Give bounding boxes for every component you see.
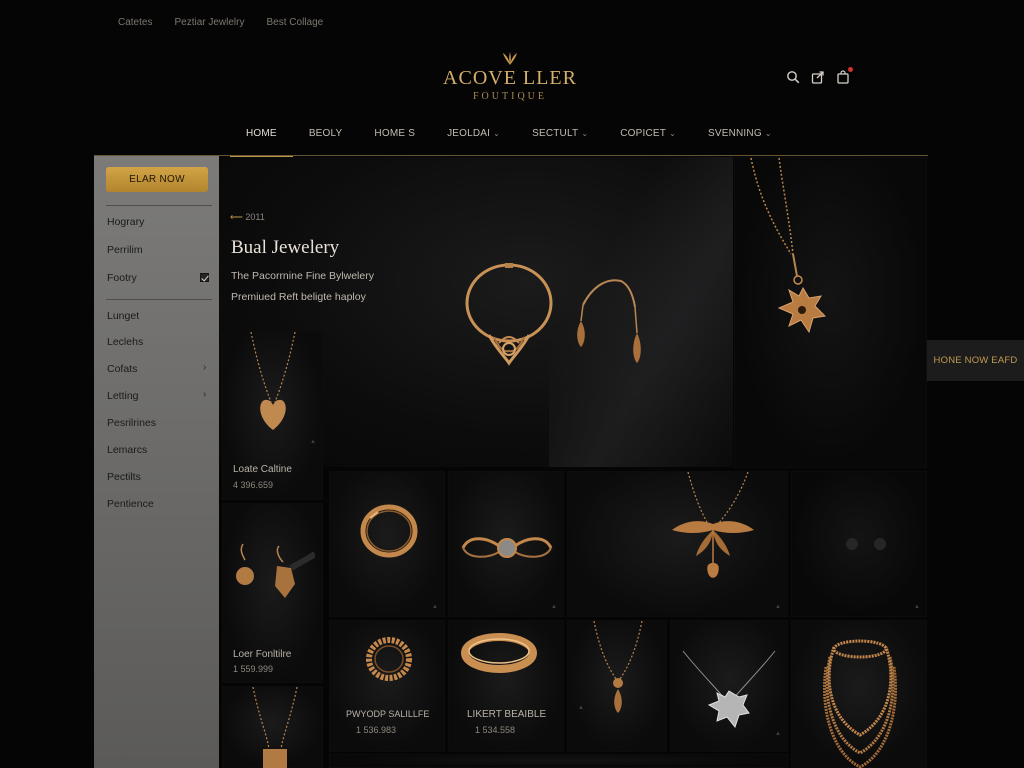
sidebar-item[interactable]: Leclehs — [107, 336, 143, 348]
hero-title: Bual Jewelery — [231, 237, 340, 258]
sidebar-item[interactable]: Pectilts — [107, 471, 141, 483]
bracelet-image — [461, 537, 553, 558]
brand-subtitle: FOUTIQUE — [473, 91, 547, 102]
brand-logo[interactable]: ACOVE LLER FOUTIQUE — [420, 52, 600, 102]
corner-marker-icon: ▲ — [551, 604, 557, 610]
sidebar-item[interactable]: Lemarcs — [107, 444, 147, 456]
product-price: 1 534.558 — [475, 725, 516, 735]
nav-item-copicet[interactable]: COPICET ⌄ — [604, 124, 692, 157]
shop-now-button[interactable]: ELAR NOW — [106, 167, 208, 192]
brand-name: ACOVE LLER — [443, 67, 577, 89]
product-price: 1 536.983 — [356, 725, 397, 735]
layered-necklace-image — [823, 639, 897, 768]
product-card[interactable]: PWYODP SALILLFE 1 536.983 — [329, 620, 445, 752]
chevron-down-icon: ⌄ — [764, 129, 772, 138]
chevron-right-icon: › — [203, 389, 207, 400]
cart-button[interactable] — [836, 67, 853, 84]
chevron-down-icon: ⌄ — [669, 129, 676, 138]
product-name: Loate Caltine — [233, 464, 292, 475]
leaf-necklace-image — [672, 472, 754, 578]
corner-marker-icon: ▲ — [578, 705, 584, 711]
corner-marker-icon: ▲ — [914, 604, 920, 610]
product-tile[interactable]: ▲ — [329, 471, 445, 617]
divider — [106, 299, 212, 300]
product-tile[interactable]: ▲ — [567, 471, 788, 617]
sidebar-item[interactable]: Cofats — [107, 363, 137, 375]
drop-necklace-image — [593, 621, 643, 713]
product-name: Loer Fonltilre — [233, 649, 292, 660]
divider — [106, 205, 212, 206]
product-card[interactable]: LIKERT BEAIBLE 1 534.558 — [448, 620, 564, 752]
header-actions — [786, 67, 853, 84]
heart-pendant-image — [250, 332, 296, 430]
product-tile[interactable] — [734, 157, 927, 468]
back-link[interactable]: ⟵ 2011 — [230, 212, 265, 223]
nav-item-svenning[interactable]: SVENNING ⌄ — [692, 124, 788, 157]
product-row-partial — [329, 754, 788, 768]
nav-item-sectult[interactable]: SECTULT ⌄ — [516, 124, 604, 157]
nav-item-beoly[interactable]: BEOLY — [293, 124, 359, 157]
ring-image — [360, 504, 418, 558]
filigree-ring-image — [366, 637, 412, 681]
corner-marker-icon: ▲ — [432, 604, 438, 610]
sidebar-item[interactable]: Pesrilrines — [107, 417, 156, 429]
sidebar-item[interactable]: Hograry — [107, 216, 144, 228]
filter-sidebar: ELAR NOW Hograry Perrilim Footry Lunget … — [94, 156, 219, 768]
sidebar-item[interactable]: Pentience — [107, 498, 154, 510]
product-tile[interactable]: ▲ — [670, 620, 788, 752]
hero-tagline: Premiued Reft beligte haploy — [231, 291, 366, 303]
util-link[interactable]: Peztiar Jewlelry — [174, 17, 244, 28]
sidebar-item[interactable]: Lunget — [107, 310, 139, 322]
sidebar-item[interactable]: Perrilim — [107, 244, 143, 256]
chevron-down-icon: ⌄ — [581, 129, 589, 138]
leaf-logo-icon — [503, 52, 517, 65]
util-link[interactable]: Best Collage — [267, 17, 324, 28]
search-icon[interactable] — [786, 70, 800, 84]
corner-marker-icon: ▲ — [775, 604, 781, 610]
drop-earrings-image — [236, 543, 315, 598]
cart-icon — [837, 70, 849, 84]
product-tile[interactable]: ▲ — [448, 471, 564, 617]
util-link[interactable]: Catetes — [118, 17, 152, 28]
product-card[interactable] — [222, 686, 323, 768]
product-price: 1 559.999 — [233, 664, 274, 674]
hero-tagline: The Pacorrnine Fine Bylwelery — [231, 270, 374, 282]
sidebar-item[interactable]: Letting — [107, 390, 139, 402]
necklace-image[interactable] — [461, 261, 557, 371]
band-ring-image — [461, 633, 537, 673]
pendant-necklace-image — [750, 158, 827, 334]
cart-badge — [848, 67, 853, 72]
product-name: LIKERT BEAIBLE — [467, 709, 547, 720]
nav-divider — [94, 155, 928, 156]
sidebar-item[interactable]: Footry — [107, 272, 137, 284]
bar-pendant-image — [252, 687, 298, 768]
product-card[interactable]: Loate Caltine 4 396.659 ▲ — [222, 331, 323, 500]
corner-marker-icon: ▲ — [775, 731, 781, 737]
shop-now-tab[interactable]: HONE NOW EAFD — [927, 340, 1024, 381]
product-tile[interactable] — [791, 620, 927, 768]
nav-item-jeoldai[interactable]: JEOLDAI ⌄ — [431, 124, 516, 157]
product-card[interactable]: Loer Fonltilre 1 559.999 — [222, 503, 323, 683]
stud-earrings-image — [846, 538, 886, 550]
nav-item-home[interactable]: HOME — [230, 124, 293, 157]
utility-links: Catetes Peztiar Jewlelry Best Collage — [118, 17, 323, 28]
product-tile[interactable]: ▲ — [791, 471, 927, 617]
chevron-down-icon: ⌄ — [493, 129, 501, 138]
earrings-image[interactable] — [571, 275, 651, 370]
share-icon[interactable] — [811, 70, 825, 84]
arrow-left-icon: ⟵ — [230, 212, 243, 222]
silver-pendant-image — [682, 650, 776, 729]
nav-item-homes[interactable]: HOME S — [358, 124, 431, 157]
product-price: 4 396.659 — [233, 480, 274, 490]
chevron-right-icon: › — [203, 362, 207, 373]
product-tile[interactable]: ▲ — [567, 620, 667, 752]
checkbox[interactable] — [200, 273, 209, 282]
main-nav: HOME BEOLY HOME S JEOLDAI ⌄ SECTULT ⌄ COPI… — [230, 124, 788, 157]
product-name: PWYODP SALILLFE — [346, 709, 430, 719]
corner-marker-icon: ▲ — [310, 439, 316, 445]
